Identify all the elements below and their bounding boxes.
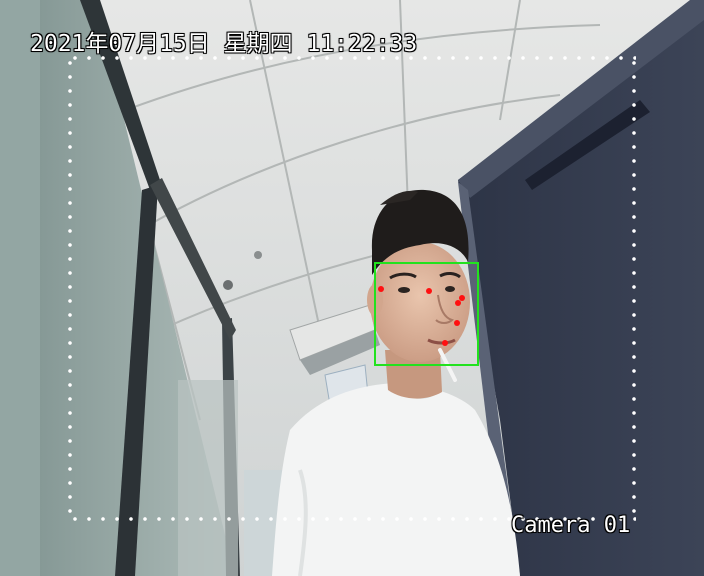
face-landmark-nose xyxy=(454,320,460,326)
face-landmark-ear xyxy=(378,286,384,292)
camera-feed: 2021年07月15日 星期四 11:22:33 Camera 01 xyxy=(0,0,704,576)
scene-illustration xyxy=(0,0,704,576)
face-landmark-left-eye xyxy=(426,288,432,294)
face-landmark-right-eye-2 xyxy=(455,300,461,306)
osd-camera-name: Camera 01 xyxy=(511,513,631,538)
face-landmark-mouth xyxy=(442,340,448,346)
face-detection-box xyxy=(374,262,479,366)
osd-timestamp: 2021年07月15日 星期四 11:22:33 xyxy=(30,31,418,57)
